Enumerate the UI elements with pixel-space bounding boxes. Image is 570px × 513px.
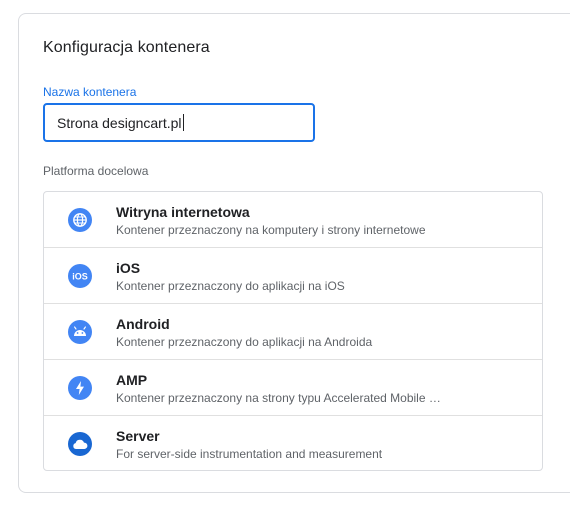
platform-list: Witryna internetowa Kontener przeznaczon…: [43, 191, 543, 471]
text-cursor: [182, 114, 184, 131]
platform-option-amp[interactable]: AMP Kontener przeznaczony na strony typu…: [44, 360, 542, 416]
platform-description: Kontener przeznaczony na strony typu Acc…: [116, 391, 446, 405]
platform-name: Witryna internetowa: [116, 204, 250, 220]
platform-name: AMP: [116, 372, 148, 388]
amp-icon: [68, 375, 92, 400]
platform-option-web[interactable]: Witryna internetowa Kontener przeznaczon…: [44, 192, 542, 248]
container-name-input[interactable]: Strona designcart.pl: [43, 103, 315, 142]
globe-icon: [68, 207, 92, 232]
cloud-icon: [68, 432, 92, 456]
platform-description: Kontener przeznaczony do aplikacji na An…: [116, 335, 373, 349]
ios-icon: iOS: [68, 263, 92, 288]
container-config-card: Konfiguracja kontenera Nazwa kontenera S…: [18, 13, 570, 493]
container-name-value: Strona designcart.pl: [57, 114, 182, 131]
svg-text:iOS: iOS: [72, 271, 88, 281]
platform-option-server[interactable]: Server For server-side instrumentation a…: [44, 416, 542, 472]
platform-option-ios[interactable]: iOS iOS Kontener przeznaczony do aplikac…: [44, 248, 542, 304]
android-icon: [68, 319, 92, 344]
platform-option-android[interactable]: Android Kontener przeznaczony do aplikac…: [44, 304, 542, 360]
platform-description: Kontener przeznaczony do aplikacji na iO…: [116, 279, 345, 293]
platform-name: Server: [116, 428, 160, 444]
platform-name: Android: [116, 316, 170, 332]
platform-name: iOS: [116, 260, 141, 276]
target-platform-label: Platforma docelowa: [43, 164, 149, 178]
container-name-label: Nazwa kontenera: [43, 85, 137, 99]
card-title: Konfiguracja kontenera: [43, 39, 210, 56]
platform-description: For server-side instrumentation and meas…: [116, 447, 383, 461]
platform-description: Kontener przeznaczony na komputery i str…: [116, 223, 426, 237]
